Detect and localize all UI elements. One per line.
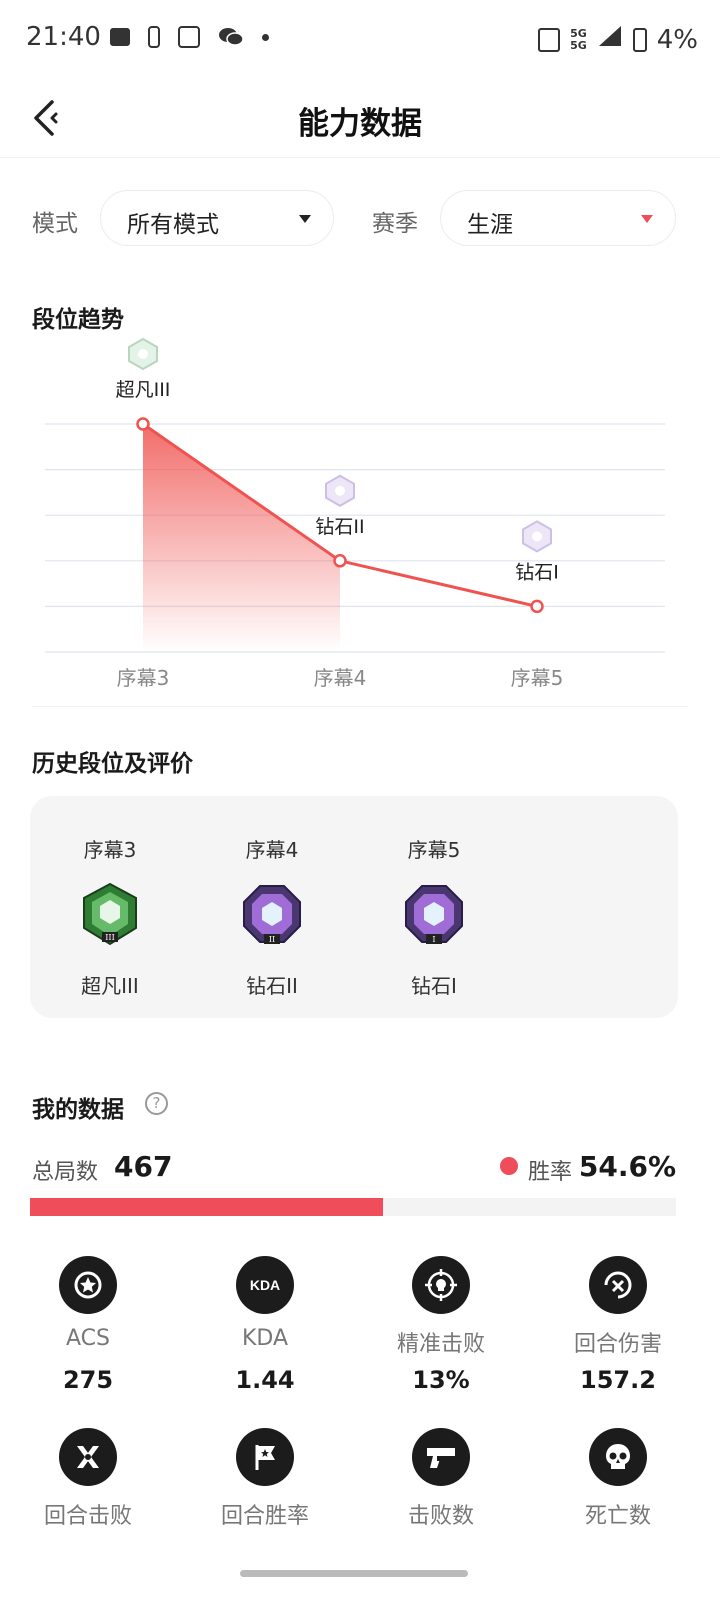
flag-icon: [236, 1428, 294, 1486]
x-tick-label: 序幕5: [511, 666, 564, 690]
star-icon: [59, 1256, 117, 1314]
stat-label: 精准击败: [396, 1332, 485, 1357]
stat-label: 回合胜率: [220, 1504, 309, 1529]
history-card: 序幕3 III 超凡III 序幕4 II 钻石II 序幕5 I 钻石I: [30, 796, 678, 1018]
rank-label: 钻石II: [315, 516, 364, 538]
ascendant-badge-icon: III: [80, 882, 140, 946]
total-games-label: 总局数: [32, 1160, 99, 1185]
network-label-bottom: 5G: [570, 38, 587, 52]
mode-label: 模式: [32, 211, 78, 237]
season-label: 赛季: [372, 211, 418, 237]
diamond-badge-icon: II: [242, 882, 302, 946]
badge-gem-icon: [335, 485, 345, 496]
network-label-top: 5G: [570, 26, 587, 40]
rank-label: 超凡III: [116, 379, 171, 401]
help-icon[interactable]: ?: [145, 1092, 168, 1115]
win-rate-dot: [500, 1157, 518, 1175]
win-rate-bar: [30, 1198, 676, 1216]
season-value: 生涯: [467, 212, 513, 238]
app-header: 能力数据: [0, 80, 720, 158]
crossed-blades-icon: [59, 1428, 117, 1486]
stat-value: 13%: [412, 1366, 470, 1394]
section-divider: [32, 706, 688, 707]
pistol-icon: [412, 1428, 470, 1486]
crosshair-skull-icon: [412, 1256, 470, 1314]
history-season: 序幕4: [245, 838, 299, 862]
rank-label: 钻石I: [515, 561, 559, 583]
stat-label: 回合伤害: [573, 1332, 662, 1357]
battery-saver-icon: [148, 26, 160, 48]
badge-gem-icon: [138, 349, 148, 359]
badge-gem-icon: [532, 531, 542, 542]
season-select[interactable]: 生涯: [440, 190, 676, 246]
history-season: 序幕3: [83, 838, 137, 862]
chevron-down-icon: [299, 215, 311, 223]
diamond-badge-icon: I: [404, 882, 464, 946]
status-bar: 21:40 5G 5G 4%: [0, 0, 720, 80]
data-point: [136, 417, 150, 431]
chevron-down-icon: [641, 215, 653, 223]
history-rank: 超凡III: [81, 974, 139, 998]
status-time: 21:40: [26, 22, 101, 52]
battery-icon: [632, 27, 647, 52]
svg-text:II: II: [269, 935, 275, 944]
history-season: 序幕5: [407, 838, 461, 862]
network-indicator: 5G 5G: [570, 26, 587, 52]
hd-icon: [538, 27, 561, 52]
signal-icon: [597, 24, 623, 55]
history-rank: 钻石II: [246, 974, 298, 998]
stat-label: 回合击败: [43, 1504, 132, 1529]
data-point: [530, 599, 544, 614]
x-tick-label: 序幕3: [117, 666, 170, 690]
kda-icon: KDA: [236, 1256, 294, 1314]
stat-label: KDA: [241, 1326, 289, 1351]
damage-icon: [589, 1256, 647, 1314]
x-tick-label: 序幕4: [314, 666, 367, 690]
stat-label: 死亡数: [584, 1504, 651, 1529]
history-title: 历史段位及评价: [32, 751, 193, 777]
page-title: 能力数据: [298, 106, 422, 142]
skull-icon: [589, 1428, 647, 1486]
window-icon: [178, 26, 200, 48]
svg-text:KDA: KDA: [250, 1277, 280, 1293]
stat-value: 275: [62, 1366, 114, 1394]
win-rate-label: 胜率: [528, 1160, 573, 1185]
my-data-title: 我的数据: [32, 1097, 124, 1123]
svg-text:III: III: [105, 933, 114, 942]
svg-text:I: I: [432, 935, 435, 944]
battery-percent: 4%: [656, 24, 698, 55]
system-icons: 5G 5G 4%: [538, 24, 698, 55]
mode-value: 所有模式: [127, 212, 219, 238]
mode-select[interactable]: 所有模式: [100, 190, 334, 246]
win-rate-fill: [30, 1198, 383, 1216]
total-games-value: 467: [114, 1150, 173, 1183]
rank-trend-chart: 超凡III 钻石II 钻石I 序幕3 序幕4 序幕5: [45, 337, 665, 690]
stat-value: 157.2: [580, 1366, 656, 1394]
notification-icons: [110, 26, 269, 48]
trend-area: [143, 424, 340, 652]
win-rate-value: 54.6%: [578, 1150, 676, 1183]
history-rank: 钻石I: [411, 974, 457, 998]
stat-label: 击败数: [407, 1504, 474, 1529]
wechat-icon: [218, 27, 244, 47]
stat-label: ACS: [66, 1326, 110, 1351]
stat-value: 1.44: [235, 1366, 295, 1394]
trend-title: 段位趋势: [32, 307, 124, 333]
more-dot-icon: [262, 33, 269, 41]
message-icon: [110, 28, 130, 46]
home-indicator[interactable]: [240, 1570, 468, 1577]
data-point: [333, 554, 347, 568]
